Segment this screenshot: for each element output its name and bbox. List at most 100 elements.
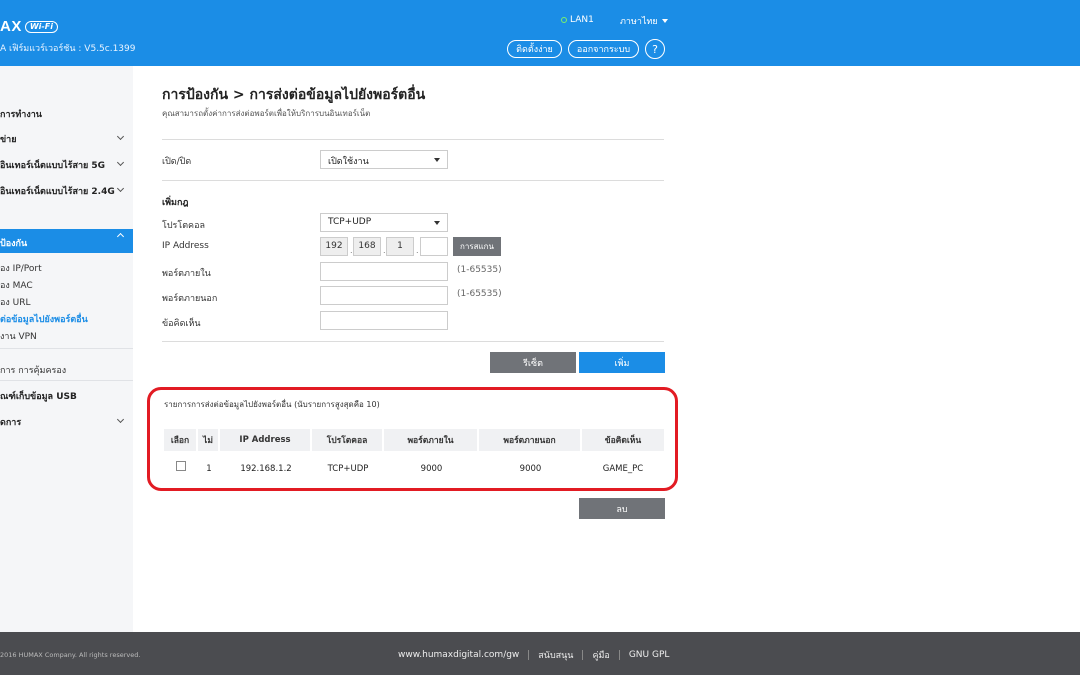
ip-address-label: IP Address [162,241,209,251]
enable-label: เปิด/ปิด [162,157,192,167]
internal-port-hint: (1-65535) [457,265,502,275]
language-label: ภาษาไทย [620,17,658,27]
lan-status: LAN1 [561,15,594,25]
sidebar-item-label: ณฑ์เก็บข้อมูล USB [0,392,77,402]
header-bar: AX Wi-Fi A เฟิร์มแวร์เวอร์ชัน : V5.5c.13… [0,0,1080,66]
sidebar: การทำงาน ข่าย อินเทอร์เน็ตแบบไร้สาย 5G อ… [0,66,133,632]
easy-setup-button[interactable]: ติดตั้งง่าย [507,40,562,58]
sidebar-item-label: อินเทอร์เน็ตแบบไร้สาย 2.4G [0,187,115,197]
firmware-version: A เฟิร์มแวร์เวอร์ชัน : V5.5c.1399 [0,44,136,54]
column-header-protocol: โปรโตคอล [312,429,384,451]
row-comment: GAME_PC [602,464,644,474]
ip-octet-3[interactable]: 1 [386,237,414,256]
column-header-no: ไม่ [198,429,220,451]
enable-select-value: เปิดใช้งาน [328,157,369,167]
comment-label: ข้อคิดเห็น [162,319,201,329]
chevron-down-icon [116,415,125,424]
sidebar-item-label: ดการ [0,418,22,428]
sidebar-item-label: ข่าย [0,135,17,145]
sidebar-sub-port-forwarding[interactable]: ต่อข้อมูลไปยังพอร์ตอื่น [0,312,88,326]
chevron-down-icon [434,158,440,162]
lan-status-icon [561,17,567,23]
sidebar-sub-vpn[interactable]: งาน VPN [0,329,37,343]
add-button[interactable]: เพิ่ม [579,352,665,373]
internal-port-label: พอร์ตภายใน [162,269,211,279]
row-external-port: 9000 [519,464,542,474]
chevron-down-icon [661,19,668,23]
table-header: เลือก ไม่ IP Address โปรโตคอล พอร์ตภายใน… [164,429,664,451]
internal-port-input[interactable] [320,262,448,281]
table-row: 1 192.168.1.2 TCP+UDP 9000 9000 GAME_PC [164,458,664,480]
row-checkbox[interactable] [176,461,186,471]
footer: 2016 HUMAX Company. All rights reserved.… [0,632,1080,675]
logout-button[interactable]: ออกจากระบบ [568,40,639,58]
chevron-down-icon [434,221,440,225]
chevron-down-icon [116,184,125,193]
sidebar-item-wifi-24g[interactable]: อินเทอร์เน็ตแบบไร้สาย 2.4G [0,184,133,198]
sidebar-item-wifi-5g[interactable]: อินเทอร์เน็ตแบบไร้สาย 5G [0,158,133,172]
sidebar-item-label: การทำงาน [0,110,42,120]
column-header-external-port: พอร์ตภายนอก [479,429,582,451]
sidebar-item-usb[interactable]: ณฑ์เก็บข้อมูล USB [0,389,133,403]
page-title: การป้องกัน > การส่งต่อข้อมูลไปยังพอร์ตอื… [162,87,426,103]
protocol-label: โปรโตคอล [162,221,206,231]
page-subtitle: คุณสามารถตั้งค่าการส่งต่อพอร์ตเพื่อให้บร… [162,109,371,118]
column-header-select: เลือก [164,429,198,451]
protocol-select[interactable]: TCP+UDP [320,213,448,232]
sidebar-item-network[interactable]: ข่าย [0,132,133,146]
ip-octet-2[interactable]: 168 [353,237,381,256]
sidebar-item-management[interactable]: การ การคุ้มครอง [0,363,66,377]
external-port-input[interactable] [320,286,448,305]
sidebar-item-status[interactable]: การทำงาน [0,107,133,121]
help-icon[interactable]: ? [645,39,665,59]
support-link[interactable]: สนับสนุน [538,648,573,662]
divider [0,348,133,349]
external-port-label: พอร์ตภายนอก [162,294,218,304]
humax-logo: AX Wi-Fi [0,18,58,35]
main-content: การป้องกัน > การส่งต่อข้อมูลไปยังพอร์ตอื… [133,66,1080,632]
sidebar-item-security[interactable]: ป้องกัน [0,229,133,253]
sidebar-sub-url[interactable]: อง URL [0,295,31,309]
comment-input[interactable] [320,311,448,330]
manual-link[interactable]: คู่มือ [592,648,609,662]
ip-octet-1[interactable]: 192 [320,237,348,256]
column-header-ip: IP Address [220,429,312,451]
sidebar-item-label: ป้องกัน [0,239,28,249]
website-link[interactable]: www.humaxdigital.com/gw [398,650,519,660]
gpl-link[interactable]: GNU GPL [629,650,670,660]
delete-button[interactable]: ลบ [579,498,665,519]
divider [0,380,133,381]
add-rule-heading: เพิ่มกฎ [162,198,189,208]
reset-button[interactable]: รีเซ็ต [490,352,576,373]
scan-button[interactable]: การสแกน [453,237,501,256]
lan-label: LAN1 [570,15,594,25]
row-protocol: TCP+UDP [327,464,369,474]
divider [162,180,664,181]
row-no: 1 [206,464,212,474]
language-selector[interactable]: ภาษาไทย [620,14,668,28]
column-header-internal-port: พอร์ตภายใน [384,429,479,451]
chevron-down-icon [116,132,125,141]
enable-select[interactable]: เปิดใช้งาน [320,150,448,169]
wifi-badge: Wi-Fi [24,20,58,33]
protocol-select-value: TCP+UDP [328,217,372,227]
divider [528,650,530,660]
sidebar-sub-ip-port[interactable]: อง IP/Port [0,261,42,275]
row-internal-port: 9000 [420,464,443,474]
divider [162,139,664,140]
chevron-up-icon [116,232,125,241]
external-port-hint: (1-65535) [457,289,502,299]
copyright-text: 2016 HUMAX Company. All rights reserved. [0,651,141,659]
row-select-cell [164,458,198,480]
divider [582,650,584,660]
divider [618,650,620,660]
column-header-comment: ข้อคิดเห็น [582,429,664,451]
chevron-down-icon [116,158,125,167]
sidebar-item-admin[interactable]: ดการ [0,415,133,429]
sidebar-item-label: อินเทอร์เน็ตแบบไร้สาย 5G [0,161,106,171]
footer-links: www.humaxdigital.com/gw สนับสนุน คู่มือ … [398,648,669,662]
ip-octet-4[interactable] [420,237,448,256]
rules-list-title: รายการการส่งต่อข้อมูลไปยังพอร์ตอื่น (นับ… [164,400,380,409]
divider [162,341,664,342]
sidebar-sub-mac[interactable]: อง MAC [0,278,33,292]
